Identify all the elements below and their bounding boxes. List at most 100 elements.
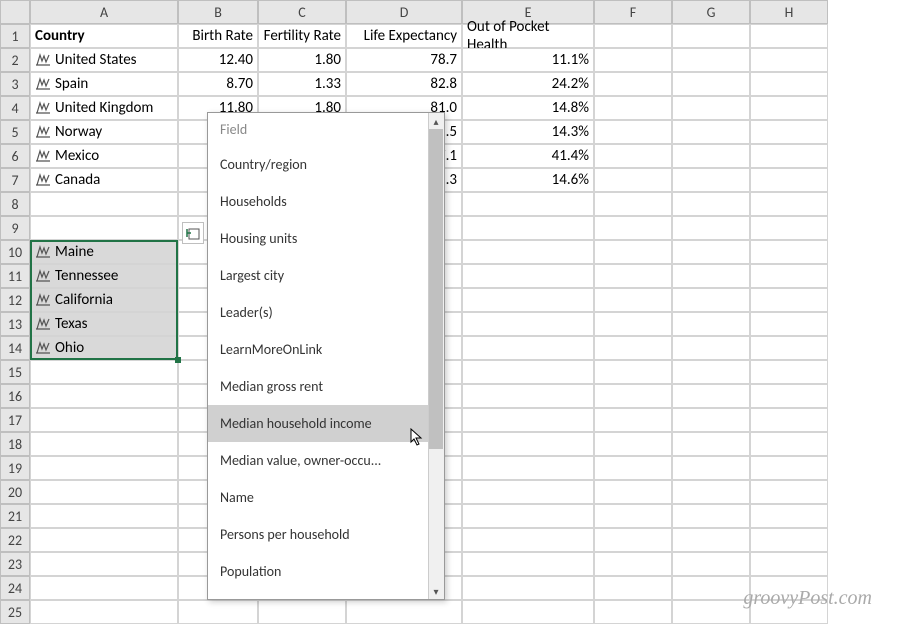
cell[interactable] [750, 216, 828, 240]
cell[interactable] [30, 432, 178, 456]
cell[interactable] [594, 408, 672, 432]
cell[interactable] [594, 216, 672, 240]
cell[interactable] [594, 96, 672, 120]
cell-A14[interactable]: Ohio [30, 336, 178, 360]
cell[interactable] [750, 456, 828, 480]
cell-A7[interactable]: Canada [30, 168, 178, 192]
row-header[interactable]: 15 [0, 360, 30, 384]
scroll-down-icon[interactable]: ▾ [428, 583, 444, 599]
cell[interactable] [750, 384, 828, 408]
cell[interactable] [594, 576, 672, 600]
row-header[interactable]: 3 [0, 72, 30, 96]
cell[interactable] [672, 432, 750, 456]
cell[interactable] [594, 456, 672, 480]
row-header[interactable]: 25 [0, 600, 30, 624]
dropdown-item[interactable]: Households [208, 183, 444, 220]
cell[interactable] [672, 576, 750, 600]
row-header[interactable]: 9 [0, 216, 30, 240]
cell[interactable] [750, 240, 828, 264]
cell-B1[interactable]: Birth Rate [178, 24, 258, 48]
cell[interactable] [594, 120, 672, 144]
cell[interactable] [30, 192, 178, 216]
cell[interactable] [750, 192, 828, 216]
cell[interactable] [750, 312, 828, 336]
cell[interactable] [594, 360, 672, 384]
cell[interactable] [750, 432, 828, 456]
col-header-A[interactable]: A [30, 0, 178, 24]
cell[interactable] [672, 504, 750, 528]
dropdown-item-hovered[interactable]: Median household income [208, 405, 444, 442]
cell[interactable] [30, 504, 178, 528]
row-header[interactable]: 13 [0, 312, 30, 336]
scroll-up-icon[interactable]: ▴ [428, 113, 444, 129]
col-header-D[interactable]: D [346, 0, 462, 24]
cell[interactable] [672, 168, 750, 192]
cell[interactable] [672, 192, 750, 216]
cell[interactable] [462, 288, 594, 312]
cell-A11[interactable]: Tennessee [30, 264, 178, 288]
cell[interactable] [30, 480, 178, 504]
cell[interactable] [594, 480, 672, 504]
cell-E1[interactable]: Out of Pocket Health [462, 24, 594, 48]
cell-A12[interactable]: California [30, 288, 178, 312]
cell-B2[interactable]: 12.40 [178, 48, 258, 72]
cell-A2[interactable]: United States [30, 48, 178, 72]
row-header[interactable]: 5 [0, 120, 30, 144]
cell[interactable] [462, 480, 594, 504]
cell[interactable] [750, 48, 828, 72]
col-header-F[interactable]: F [594, 0, 672, 24]
cell-C2[interactable]: 1.80 [258, 48, 346, 72]
cell[interactable] [462, 600, 594, 624]
cell[interactable] [672, 72, 750, 96]
cell[interactable] [750, 336, 828, 360]
cell[interactable] [672, 48, 750, 72]
cell[interactable] [30, 600, 178, 624]
cell-A6[interactable]: Mexico [30, 144, 178, 168]
cell[interactable] [672, 288, 750, 312]
cell[interactable] [672, 408, 750, 432]
cell[interactable] [594, 312, 672, 336]
cell[interactable] [672, 336, 750, 360]
cell[interactable] [594, 552, 672, 576]
dropdown-item[interactable]: Persons per household [208, 516, 444, 553]
cell[interactable] [462, 360, 594, 384]
cell[interactable] [750, 552, 828, 576]
cell[interactable] [346, 600, 462, 624]
cell[interactable] [750, 168, 828, 192]
cell[interactable] [30, 408, 178, 432]
cell-E5[interactable]: 14.3% [462, 120, 594, 144]
cell[interactable] [672, 24, 750, 48]
row-header[interactable]: 24 [0, 576, 30, 600]
dropdown-item[interactable]: Largest city [208, 257, 444, 294]
cell-E6[interactable]: 41.4% [462, 144, 594, 168]
cell[interactable] [462, 216, 594, 240]
cell[interactable] [594, 528, 672, 552]
cell[interactable] [672, 528, 750, 552]
cell-A5[interactable]: Norway [30, 120, 178, 144]
cell[interactable] [594, 288, 672, 312]
cell[interactable] [594, 48, 672, 72]
cell-A1[interactable]: Country [30, 24, 178, 48]
cell[interactable] [672, 120, 750, 144]
cell[interactable] [594, 384, 672, 408]
cell[interactable] [750, 120, 828, 144]
cell[interactable] [30, 456, 178, 480]
cell[interactable] [462, 408, 594, 432]
cell[interactable] [750, 528, 828, 552]
select-all-corner[interactable] [0, 0, 30, 24]
row-header[interactable]: 23 [0, 552, 30, 576]
cell-D1[interactable]: Life Expectancy [346, 24, 462, 48]
cell[interactable] [462, 456, 594, 480]
cell[interactable] [750, 504, 828, 528]
dropdown-item[interactable]: Housing units [208, 220, 444, 257]
cell[interactable] [672, 600, 750, 624]
cell[interactable] [594, 504, 672, 528]
cell-C1[interactable]: Fertility Rate [258, 24, 346, 48]
spreadsheet-grid[interactable]: A B C D E F G H 1 Country Birth Rate Fer… [0, 0, 900, 624]
row-header[interactable]: 7 [0, 168, 30, 192]
cell[interactable] [750, 24, 828, 48]
cell[interactable] [30, 360, 178, 384]
cell[interactable] [750, 408, 828, 432]
cell[interactable] [750, 144, 828, 168]
cell-A10[interactable]: Maine [30, 240, 178, 264]
